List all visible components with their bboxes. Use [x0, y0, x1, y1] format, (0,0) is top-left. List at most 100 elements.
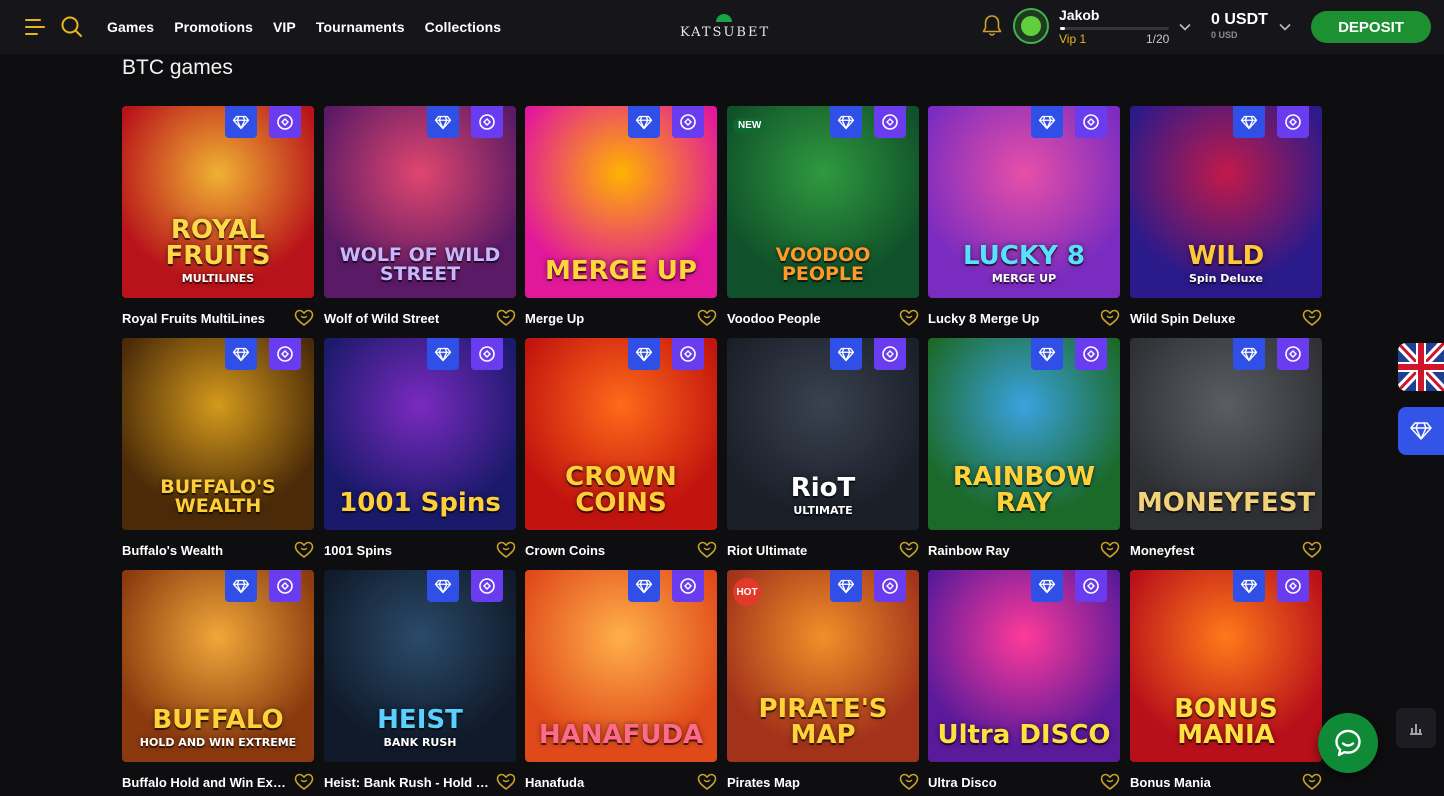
- new-badge: NEW: [733, 118, 767, 133]
- game-art-title-text: WOLF OF WILD STREET: [339, 244, 501, 285]
- game-art-title-text: RAINBOW RAY: [952, 462, 1096, 518]
- favorite-heart-icon[interactable]: [496, 308, 516, 328]
- game-thumbnail[interactable]: CROWN COINS: [525, 338, 717, 530]
- game-thumbnail[interactable]: RioT ULTIMATE: [727, 338, 919, 530]
- menu-icon[interactable]: [25, 17, 45, 37]
- coin-icon: [1075, 570, 1107, 602]
- balance-converted: 0 USD: [1211, 30, 1238, 40]
- nav-collections[interactable]: Collections: [425, 19, 502, 35]
- chevron-down-icon[interactable]: [1179, 21, 1191, 33]
- chevron-down-icon[interactable]: [1279, 21, 1291, 33]
- game-art-subtitle: BANK RUSH: [383, 736, 457, 749]
- nav-vip[interactable]: VIP: [273, 19, 296, 35]
- bell-icon[interactable]: [981, 14, 1003, 38]
- game-name[interactable]: Pirates Map: [727, 775, 893, 790]
- favorite-heart-icon[interactable]: [899, 772, 919, 792]
- coin-icon: [471, 106, 503, 138]
- language-flag-uk[interactable]: [1398, 343, 1444, 391]
- game-art-title: HEIST BANK RUSH: [330, 707, 510, 748]
- site-logo[interactable]: KATSUBET: [680, 12, 768, 42]
- game-name[interactable]: Heist: Bank Rush - Hold & Win: [324, 775, 490, 790]
- search-icon[interactable]: [60, 15, 84, 39]
- game-thumbnail[interactable]: VOODOO PEOPLE NEW: [727, 106, 919, 298]
- favorite-heart-icon[interactable]: [294, 308, 314, 328]
- favorite-heart-icon[interactable]: [697, 772, 717, 792]
- game-name[interactable]: Rainbow Ray: [928, 543, 1094, 558]
- favorite-heart-icon[interactable]: [496, 772, 516, 792]
- game-thumbnail[interactable]: MONEYFEST: [1130, 338, 1322, 530]
- game-thumbnail[interactable]: ROYAL FRUITS MULTILINES: [122, 106, 314, 298]
- favorite-heart-icon[interactable]: [697, 540, 717, 560]
- favorite-heart-icon[interactable]: [1100, 308, 1120, 328]
- hot-badge: HOT: [733, 578, 761, 606]
- nav-promotions[interactable]: Promotions: [174, 19, 253, 35]
- game-name[interactable]: Hanafuda: [525, 775, 691, 790]
- nav-tournaments[interactable]: Tournaments: [316, 19, 405, 35]
- game-art-title-text: BUFFALO: [152, 705, 284, 735]
- game-art-title-text: RioT: [790, 473, 856, 503]
- game-thumbnail[interactable]: WILD Spin Deluxe: [1130, 106, 1322, 298]
- game-name[interactable]: Buffalo's Wealth: [122, 543, 288, 558]
- game-name[interactable]: Riot Ultimate: [727, 543, 893, 558]
- favorite-heart-icon[interactable]: [496, 540, 516, 560]
- diamond-icon: [1410, 422, 1432, 440]
- diamond-icon: [1233, 570, 1265, 602]
- vip-progress-fill: [1060, 27, 1066, 30]
- favorite-heart-icon[interactable]: [1302, 308, 1322, 328]
- game-name[interactable]: Lucky 8 Merge Up: [928, 311, 1094, 326]
- game-name[interactable]: Voodoo People: [727, 311, 893, 326]
- favorite-heart-icon[interactable]: [1100, 772, 1120, 792]
- game-thumbnail[interactable]: HEIST BANK RUSH: [324, 570, 516, 762]
- game-name[interactable]: Wild Spin Deluxe: [1130, 311, 1296, 326]
- game-thumbnail[interactable]: Ultra DISCO: [928, 570, 1120, 762]
- favorite-heart-icon[interactable]: [899, 308, 919, 328]
- game-thumbnail[interactable]: BUFFALO'S WEALTH: [122, 338, 314, 530]
- game-art-title-text: PIRATE'S MAP: [758, 694, 888, 750]
- favorite-heart-icon[interactable]: [1100, 540, 1120, 560]
- favorite-heart-icon[interactable]: [1302, 540, 1322, 560]
- game-art-title: BUFFALO'S WEALTH: [128, 478, 308, 516]
- game-thumbnail[interactable]: BONUS MANIA: [1130, 570, 1322, 762]
- diamond-icon: [830, 570, 862, 602]
- game-thumbnail[interactable]: WOLF OF WILD STREET: [324, 106, 516, 298]
- game-name[interactable]: 1001 Spins: [324, 543, 490, 558]
- balance-amount[interactable]: 0 USDT: [1211, 11, 1268, 29]
- game-thumbnail[interactable]: HANAFUDA: [525, 570, 717, 762]
- game-thumbnail[interactable]: 1001 Spins: [324, 338, 516, 530]
- uk-flag-icon: [1398, 343, 1444, 391]
- game-name[interactable]: Ultra Disco: [928, 775, 1094, 790]
- favorite-heart-icon[interactable]: [1302, 772, 1322, 792]
- favorite-heart-icon[interactable]: [294, 540, 314, 560]
- game-name[interactable]: Crown Coins: [525, 543, 691, 558]
- avatar[interactable]: [1013, 8, 1049, 44]
- favorite-heart-icon[interactable]: [697, 308, 717, 328]
- main-nav: Games Promotions VIP Tournaments Collect…: [107, 0, 521, 54]
- crypto-side-button[interactable]: [1398, 407, 1444, 455]
- game-thumbnail[interactable]: BUFFALO HOLD AND WIN EXTREME: [122, 570, 314, 762]
- vip-progress-bar: [1060, 27, 1169, 30]
- game-name[interactable]: Merge Up: [525, 311, 691, 326]
- stats-button[interactable]: [1396, 708, 1436, 748]
- game-thumbnail[interactable]: PIRATE'S MAP HOT: [727, 570, 919, 762]
- game-art-title: RAINBOW RAY: [934, 464, 1114, 516]
- nav-games[interactable]: Games: [107, 19, 154, 35]
- favorite-heart-icon[interactable]: [899, 540, 919, 560]
- game-name[interactable]: Wolf of Wild Street: [324, 311, 490, 326]
- diamond-icon: [628, 106, 660, 138]
- game-thumbnail[interactable]: LUCKY 8 MERGE UP: [928, 106, 1120, 298]
- game-thumbnail[interactable]: MERGE UP: [525, 106, 717, 298]
- game-art-title-text: HEIST: [377, 705, 463, 735]
- game-name[interactable]: Royal Fruits MultiLines: [122, 311, 288, 326]
- deposit-button[interactable]: DEPOSIT: [1311, 11, 1431, 43]
- favorite-heart-icon[interactable]: [294, 772, 314, 792]
- chat-button[interactable]: [1318, 713, 1378, 773]
- section-title: BTC games: [122, 56, 233, 79]
- game-name[interactable]: Buffalo Hold and Win Extreme: [122, 775, 288, 790]
- coin-icon: [1277, 338, 1309, 370]
- game-name[interactable]: Moneyfest: [1130, 543, 1296, 558]
- game-art-title: MERGE UP: [531, 258, 711, 284]
- game-name[interactable]: Bonus Mania: [1130, 775, 1296, 790]
- coin-icon: [672, 570, 704, 602]
- game-thumbnail[interactable]: RAINBOW RAY: [928, 338, 1120, 530]
- coin-icon: [1277, 106, 1309, 138]
